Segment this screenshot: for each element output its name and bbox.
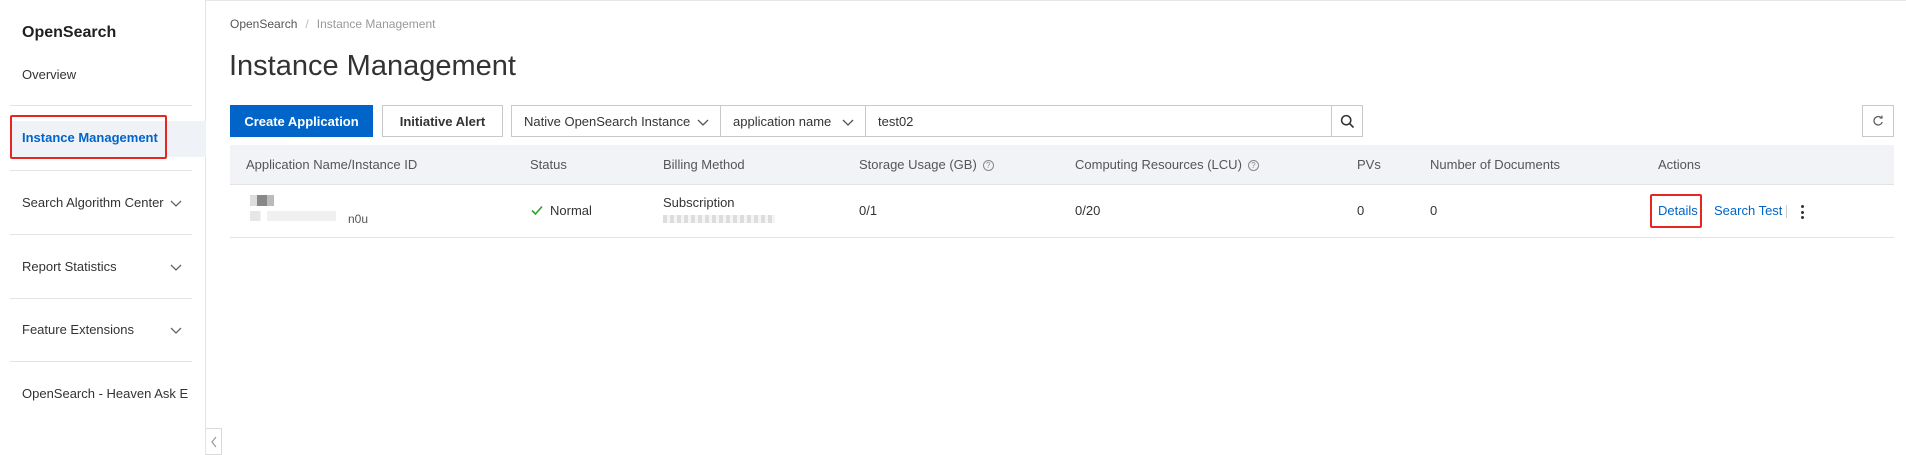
search-field-select[interactable]: application name: [720, 105, 866, 137]
chevron-down-icon: [842, 119, 854, 126]
column-header-billing: Billing Method: [663, 157, 745, 172]
chevron-down-icon: [170, 264, 182, 271]
computing-resources: 0/20: [1075, 203, 1101, 218]
breadcrumb-current: Instance Management: [316, 17, 436, 31]
chevron-left-icon: [210, 436, 216, 447]
chevron-down-icon: [170, 200, 182, 207]
column-header-docs: Number of Documents: [1430, 157, 1561, 172]
help-icon[interactable]: ?: [982, 160, 994, 171]
sidebar-group-label: Feature Extensions: [22, 322, 135, 337]
sidebar-divider: [10, 170, 192, 171]
instance-id-suffix: n0u: [348, 212, 369, 226]
column-header-status: Status: [530, 157, 567, 172]
instance-type-value: Native OpenSearch Instance: [524, 113, 691, 129]
chevron-down-icon: [697, 119, 709, 126]
sidebar-divider: [10, 361, 192, 362]
sidebar-group-report-statistics[interactable]: Report Statistics: [22, 259, 183, 274]
status-cell: Normal: [530, 203, 592, 218]
redacted-expiry: [663, 215, 775, 223]
create-application-button[interactable]: Create Application: [230, 105, 373, 137]
sidebar-item-opensearch-heaven-ask[interactable]: OpenSearch - Heaven Ask E: [22, 386, 188, 401]
column-header-name: Application Name/Instance ID: [246, 157, 418, 172]
documents-count: 0: [1430, 203, 1438, 218]
action-divider: [1786, 205, 1787, 218]
column-header-label: Storage Usage (GB): [859, 157, 977, 172]
search-button[interactable]: [1331, 105, 1363, 137]
sidebar-group-search-algorithm-center[interactable]: Search Algorithm Center: [22, 195, 183, 210]
breadcrumb: OpenSearch / Instance Management: [230, 17, 435, 31]
sidebar-group-label: Report Statistics: [22, 259, 117, 274]
sidebar-collapse-button[interactable]: [206, 428, 222, 455]
search-field-value: application name: [733, 113, 832, 129]
sidebar-divider: [10, 105, 192, 106]
refresh-button[interactable]: [1862, 105, 1894, 137]
redacted-app-name: [250, 195, 274, 206]
breadcrumb-separator: /: [305, 17, 309, 31]
column-header-label: Computing Resources (LCU): [1075, 157, 1242, 172]
search-icon: [1340, 114, 1354, 128]
search-test-link[interactable]: Search Test: [1714, 203, 1782, 218]
table-row: n0u Normal Subscription 0/1 0/20 0 0 Det…: [230, 185, 1894, 238]
chevron-down-icon: [170, 327, 182, 334]
sidebar-item-label: Instance Management: [22, 130, 158, 145]
column-header-storage: Storage Usage (GB)?: [859, 157, 994, 172]
storage-usage: 0/1: [859, 203, 878, 218]
pvs-value: 0: [1357, 203, 1365, 218]
help-icon[interactable]: ?: [1247, 160, 1259, 171]
refresh-icon: [1873, 115, 1883, 126]
redacted-instance-id: [250, 211, 336, 221]
details-link[interactable]: Details: [1658, 203, 1698, 218]
sidebar-divider: [10, 234, 192, 235]
sidebar-group-feature-extensions[interactable]: Feature Extensions: [22, 322, 183, 337]
billing-method: Subscription: [663, 195, 735, 210]
sidebar: OpenSearch Overview Instance Management …: [0, 0, 206, 455]
search-input[interactable]: [865, 105, 1332, 137]
column-header-pvs: PVs: [1357, 157, 1381, 172]
initiative-alert-button[interactable]: Initiative Alert: [382, 105, 503, 137]
breadcrumb-root[interactable]: OpenSearch: [230, 17, 297, 31]
sidebar-divider: [10, 298, 192, 299]
top-border: [48, 0, 1906, 1]
sidebar-item-overview[interactable]: Overview: [22, 67, 76, 82]
sidebar-title: OpenSearch: [22, 24, 117, 41]
instances-table: Application Name/Instance ID Status Bill…: [230, 145, 1894, 238]
page-title: Instance Management: [229, 50, 516, 82]
column-header-actions: Actions: [1658, 157, 1701, 172]
status-text: Normal: [550, 203, 592, 218]
table-header: Application Name/Instance ID Status Bill…: [230, 145, 1894, 185]
more-actions-icon[interactable]: [1798, 204, 1806, 220]
sidebar-group-label: Search Algorithm Center: [22, 195, 164, 210]
instance-type-select[interactable]: Native OpenSearch Instance: [511, 105, 721, 137]
check-icon: [531, 205, 543, 216]
column-header-compute: Computing Resources (LCU)?: [1075, 157, 1259, 172]
